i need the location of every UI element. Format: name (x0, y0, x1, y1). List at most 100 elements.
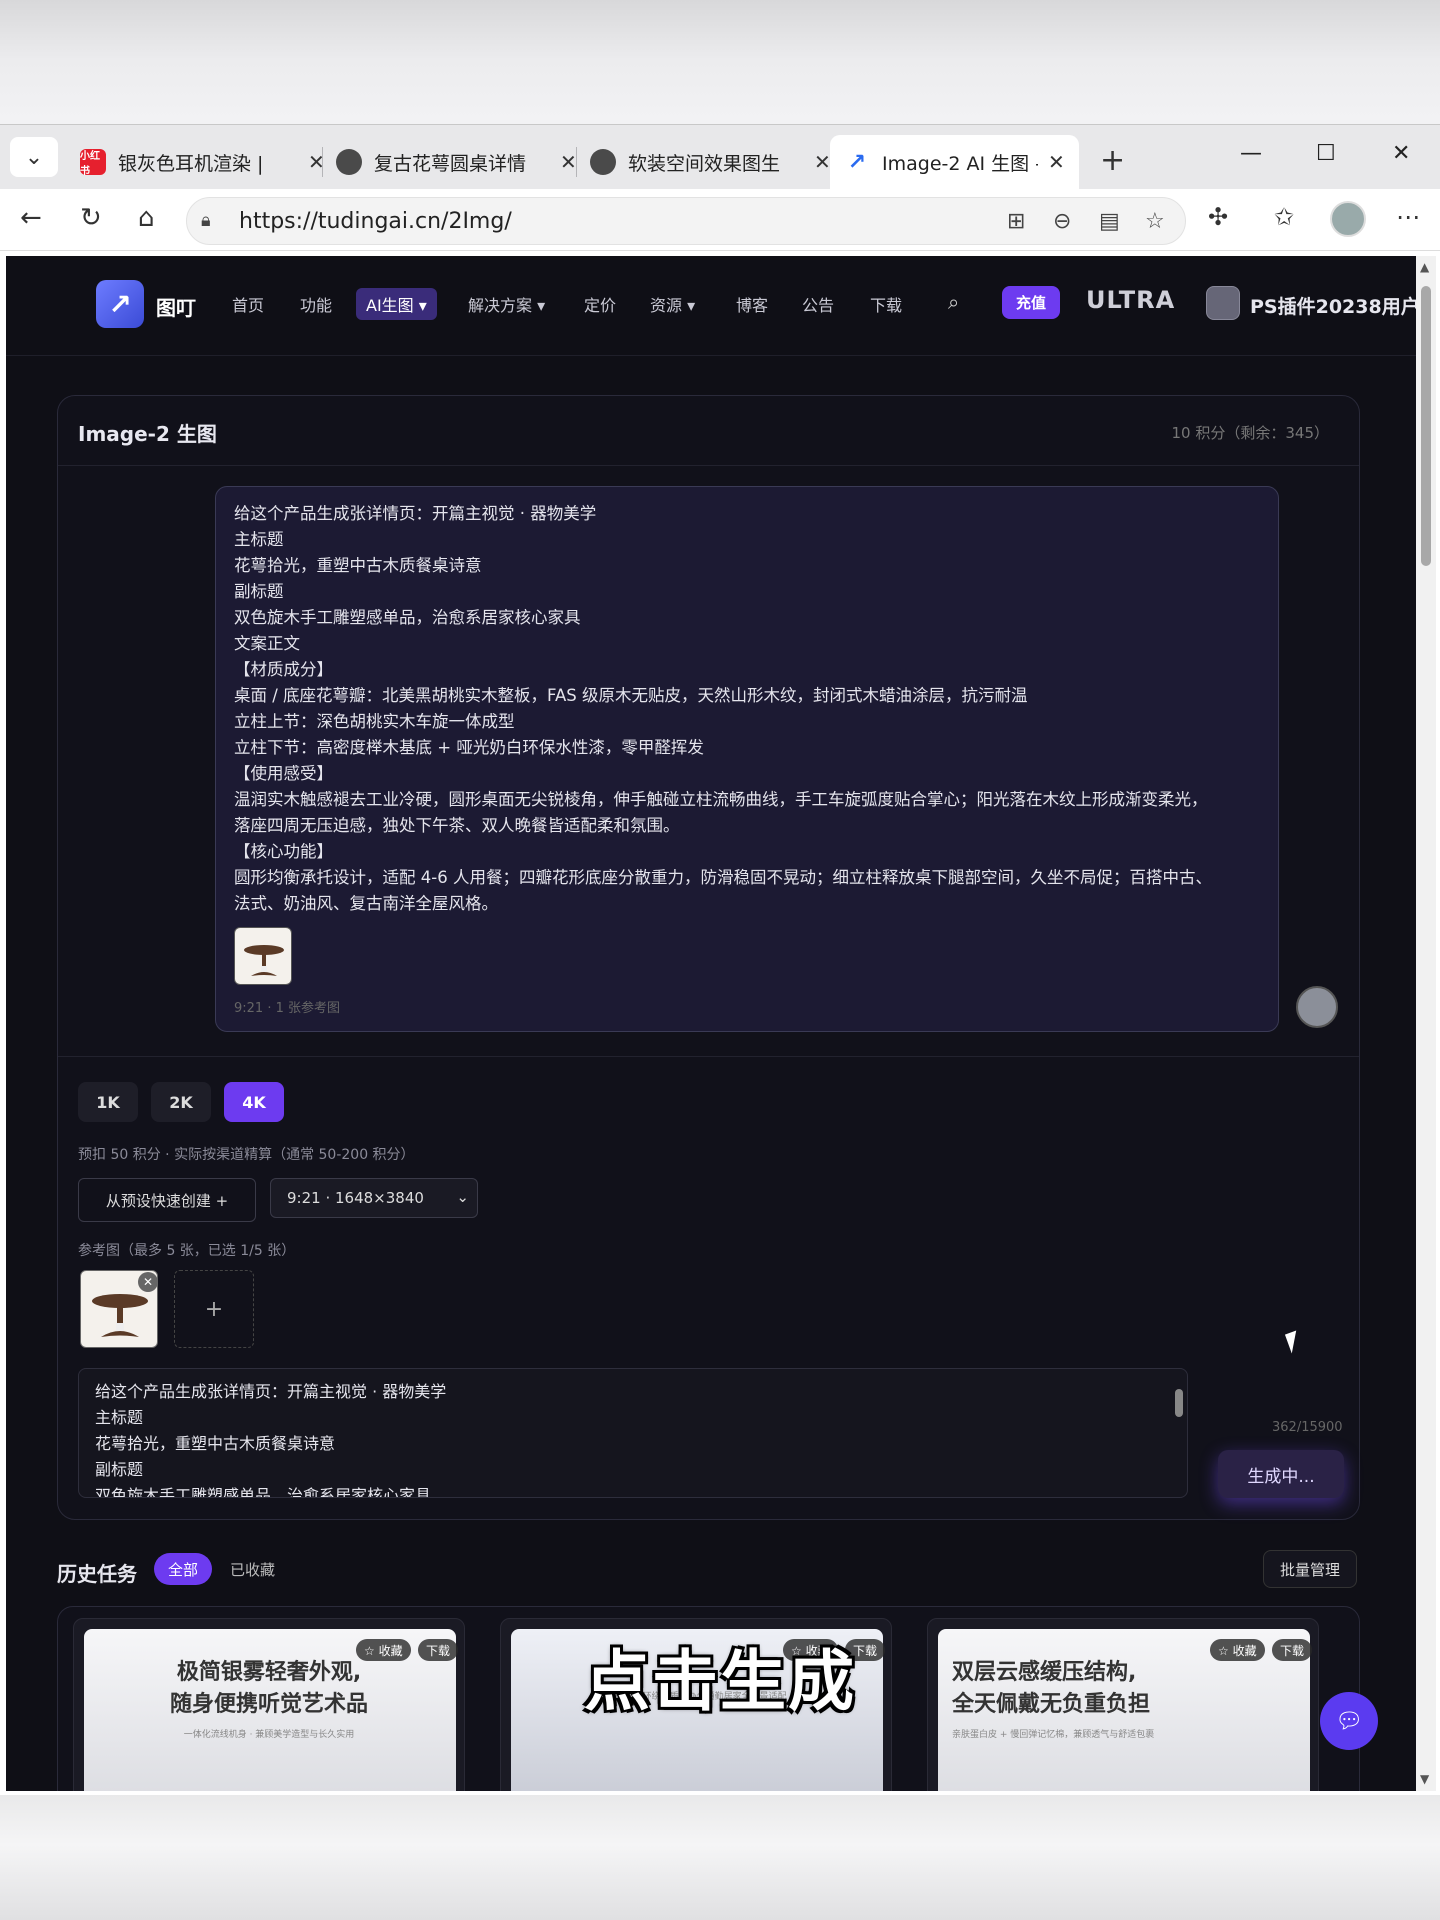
avatar-icon (336, 149, 362, 175)
prompt-textarea[interactable]: 给这个产品生成张详情页：开篇主视觉 · 器物美学 主标题 花萼拾光，重塑中古木质… (78, 1368, 1188, 1498)
tab-image2[interactable]: ↗ Image-2 AI 生图 - ✕ (830, 135, 1079, 189)
zoom-out-icon[interactable]: ⊖ (1053, 209, 1071, 234)
background-blur (0, 1795, 1440, 1920)
message-line: 桌面 / 底座花萼瓣：北美黑胡桃实木整板，FAS 级原木无贴皮，天然山形木纹，封… (234, 686, 1028, 705)
refresh-icon[interactable]: ↻ (80, 203, 102, 233)
site-header: ↗ 图叮 首页 功能 AI生图 ▾ 解决方案 ▾ 定价 资源 ▾ 博客 公告 下… (6, 256, 1416, 356)
user-message-bubble: 给这个产品生成张详情页：开篇主视觉 · 器物美学 主标题 花萼拾光，重塑中古木质餐桌… (215, 486, 1279, 1032)
close-tab-icon[interactable]: ✕ (1048, 150, 1065, 174)
browser-window: ⌄ 小红书 银灰色耳机渲染 | ✕ 复古花萼圆桌详情 ✕ 软装空间效果图生 ✕ … (0, 124, 1440, 1795)
favorites-icon[interactable]: ✩ (1274, 203, 1294, 231)
tab-earphone-render[interactable]: 小红书 银灰色耳机渲染 | ✕ (66, 135, 339, 189)
message-line: 双色旋木手工雕塑感单品，治愈系居家核心家具 (234, 608, 581, 627)
message-line: 法式、奶油风、复古南洋全屋风格。 (234, 894, 498, 913)
history-title: 历史任务 (57, 1562, 137, 1586)
recharge-button[interactable]: 充值 (1002, 286, 1061, 319)
username[interactable]: PS插件20238用户 (1250, 292, 1416, 319)
ratio-value: 9:21 · 1648×3840 (287, 1189, 424, 1207)
history-tab-favorites[interactable]: 已收藏 (216, 1553, 289, 1585)
scrollbar-thumb[interactable] (1421, 286, 1431, 566)
remove-reference-icon[interactable]: ✕ (138, 1272, 158, 1292)
chevron-down-icon: ⌄ (456, 1188, 469, 1206)
back-icon[interactable]: ← (20, 203, 42, 233)
add-reference-button[interactable]: + (174, 1270, 254, 1348)
url-text[interactable]: https://tudingai.cn/2Img/ (239, 209, 512, 234)
reference-label: 参考图（最多 5 张，已选 1/5 张） (78, 1243, 296, 1259)
tab-title: 软装空间效果图生 (628, 152, 781, 175)
prompt-line: 副标题 (95, 1460, 144, 1479)
message-line: 主标题 (234, 530, 284, 549)
prompt-scrollbar[interactable] (1175, 1389, 1183, 1417)
favorite-star-icon[interactable]: ☆ (1145, 209, 1165, 234)
message-line: 立柱下节：高密度榉木基底 + 哑光奶白环保水性漆，零甲醛挥发 (234, 738, 704, 757)
prompt-line: 花萼拾光，重塑中古木质餐桌诗意 (95, 1434, 336, 1453)
history-tab-all[interactable]: 全部 (154, 1553, 213, 1585)
app-install-icon[interactable]: ⊞ (1007, 209, 1025, 234)
nav-ai-image[interactable]: AI生图 ▾ (356, 288, 437, 320)
cost-hint: 预扣 50 积分 · 实际按渠道精算（通常 50-200 积分） (78, 1147, 415, 1163)
resolution-2k-button[interactable]: 2K (151, 1082, 211, 1122)
profile-avatar[interactable] (1330, 201, 1366, 237)
video-caption: 点击生成 (584, 1643, 856, 1720)
tab-title: Image-2 AI 生图 - (882, 152, 1038, 175)
ratio-select[interactable]: 9:21 · 1648×3840 ⌄ (270, 1178, 478, 1218)
page-viewport: ↗ 图叮 首页 功能 AI生图 ▾ 解决方案 ▾ 定价 资源 ▾ 博客 公告 下… (6, 256, 1416, 1791)
tab-round-table[interactable]: 复古花萼圆桌详情 ✕ (322, 135, 591, 189)
nav-pricing[interactable]: 定价 (584, 292, 616, 316)
message-text: 给这个产品生成张详情页：开篇主视觉 · 器物美学 主标题 花萼拾光，重塑中古木质餐桌… (234, 501, 1260, 917)
resolution-1k-button[interactable]: 1K (78, 1082, 138, 1122)
message-meta: 9:21 · 1 张参考图 (234, 1001, 340, 1016)
history-card-caption: 亲肤蛋白皮 + 慢回弹记忆棉，兼顾透气与舒适包裹 (952, 1730, 1155, 1740)
batch-manage-button[interactable]: 批量管理 (1263, 1550, 1358, 1588)
lock-icon[interactable]: 🔒︎ (201, 210, 211, 231)
home-icon[interactable]: ⌂ (138, 203, 155, 233)
tab-list-chevron-icon[interactable]: ⌄ (10, 137, 58, 177)
nav-resources[interactable]: 资源 ▾ (650, 292, 695, 316)
maximize-icon[interactable]: ☐ (1316, 141, 1336, 166)
user-message-avatar (1296, 986, 1338, 1028)
nav-download[interactable]: 下载 (870, 292, 902, 316)
message-line: 立柱上节：深色胡桃实木车旋一体成型 (234, 712, 515, 731)
close-tab-icon[interactable]: ✕ (560, 150, 577, 174)
new-tab-icon[interactable]: + (1100, 143, 1125, 178)
close-tab-icon[interactable]: ✕ (814, 150, 831, 174)
extensions-icon[interactable]: ✣ (1208, 203, 1228, 231)
message-line: 落座四周无压迫感，独处下午茶、双人晚餐皆适配柔和氛围。 (234, 816, 680, 835)
message-line: 【材质成分】 (234, 660, 333, 679)
nav-announcements[interactable]: 公告 (802, 292, 834, 316)
resolution-4k-button[interactable]: 4K (224, 1082, 284, 1122)
prompt-line: 主标题 (95, 1408, 144, 1427)
message-line: 文案正文 (234, 634, 300, 653)
points-balance: 10 积分（剩余：345） (1171, 424, 1330, 442)
generate-button[interactable]: 生成中... (1218, 1450, 1344, 1498)
message-line: 圆形均衡承托设计，适配 4-6 人用餐；四瓣花形底座分散重力，防滑稳固不晃动；细… (234, 868, 1212, 887)
minimize-icon[interactable]: — (1240, 141, 1262, 166)
char-counter: 362/15900 (1272, 1420, 1343, 1435)
avatar-icon (590, 149, 616, 175)
address-bar[interactable]: 🔒︎ https://tudingai.cn/2Img/ ⊞ ⊖ ▤ ☆ (186, 197, 1186, 245)
nav-features[interactable]: 功能 (300, 292, 332, 316)
message-line: 【核心功能】 (234, 842, 333, 861)
close-window-icon[interactable]: ✕ (1392, 141, 1410, 166)
page-scrollbar[interactable]: ▲ ▼ (1416, 256, 1436, 1791)
site-logo[interactable]: ↗ (96, 280, 144, 328)
user-avatar[interactable] (1206, 286, 1240, 320)
red-brand-icon: 小红书 (80, 149, 106, 177)
tab-title: 复古花萼圆桌详情 (374, 152, 527, 175)
more-menu-icon[interactable]: ⋯ (1396, 203, 1420, 231)
scroll-down-icon[interactable]: ▼ (1420, 1772, 1429, 1786)
nav-home[interactable]: 首页 (232, 292, 264, 316)
tab-soft-decor[interactable]: 软装空间效果图生 ✕ (576, 135, 845, 189)
card-header: Image-2 生图 10 积分（剩余：345） (58, 396, 1359, 466)
message-line: 温润实木触感褪去工业冷硬，圆形桌面无尖锐棱角，伸手触碰立柱流畅曲线，手工车旋弧度… (234, 790, 1208, 809)
reader-icon[interactable]: ▤ (1099, 209, 1120, 234)
search-icon[interactable]: ⌕ (948, 290, 959, 314)
preset-create-button[interactable]: 从预设快速创建 + (78, 1178, 256, 1222)
nav-blog[interactable]: 博客 (736, 292, 768, 316)
scroll-up-icon[interactable]: ▲ (1420, 260, 1429, 274)
history-card-caption: 一体化流线机身 · 兼顾美学造型与长久实用 (183, 1730, 355, 1740)
brand-name[interactable]: 图叮 (156, 292, 196, 321)
message-reference-thumbnail[interactable] (234, 927, 292, 985)
message-line: 【使用感受】 (234, 764, 333, 783)
nav-solutions[interactable]: 解决方案 ▾ (468, 292, 545, 316)
